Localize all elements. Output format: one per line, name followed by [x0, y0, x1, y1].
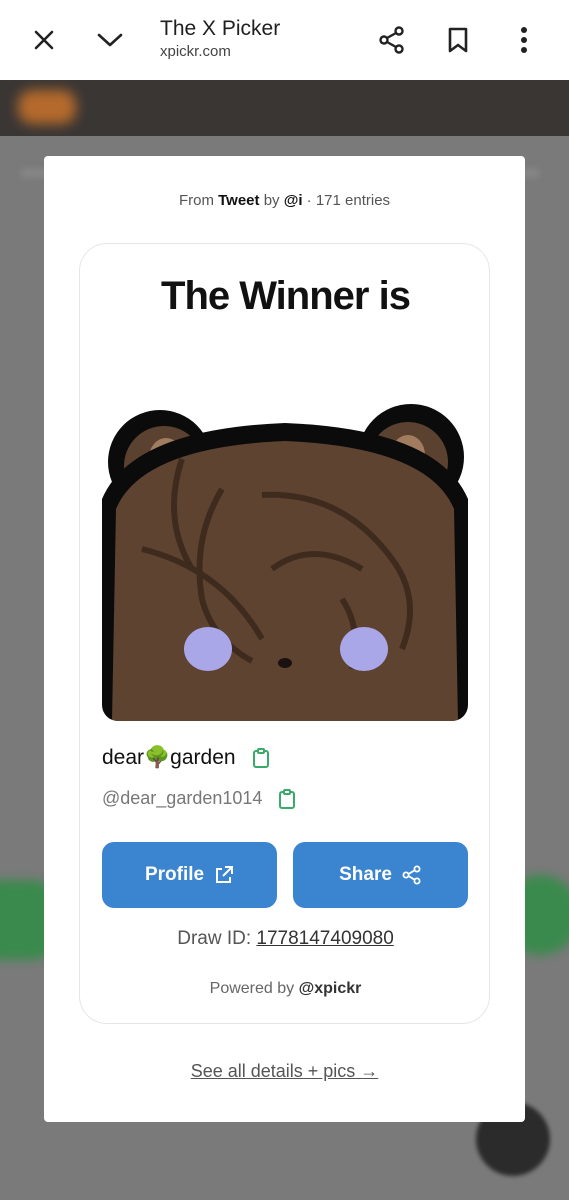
share-icon[interactable] — [372, 20, 412, 60]
powered-prefix: Powered by — [209, 980, 295, 997]
from-prefix: From — [178, 192, 214, 209]
source-type: Tweet — [218, 192, 260, 209]
source-info: From Tweet by @i · 171 entries — [44, 192, 525, 209]
background-header — [0, 80, 569, 136]
more-vert-icon[interactable] — [504, 20, 544, 60]
share-button[interactable]: Share — [293, 842, 468, 908]
share-button-label: Share — [339, 864, 392, 885]
winner-avatar — [102, 399, 468, 721]
winner-heading: The Winner is — [161, 274, 411, 318]
browser-toolbar: The X Picker xpickr.com — [0, 0, 569, 80]
winner-handle-row: @dear_garden1014 — [102, 788, 296, 809]
close-icon[interactable] — [24, 20, 64, 60]
source-user: @i — [283, 192, 303, 209]
winner-name-row: dear🌳garden — [102, 746, 270, 770]
from-by: by — [263, 192, 280, 209]
external-link-icon — [216, 866, 234, 883]
share-icon — [402, 865, 421, 885]
profile-button-label: Profile — [144, 864, 205, 885]
winner-card: The Winner is dear🌳garden @dear_garden10… — [79, 243, 490, 1024]
powered-by-handle[interactable]: @xpickr — [299, 980, 362, 997]
winner-handle: @dear_garden1014 — [102, 788, 263, 808]
page-url: xpickr.com — [160, 43, 231, 60]
winner-display-name: dear🌳garden — [102, 746, 236, 769]
chevron-down-icon[interactable] — [90, 20, 130, 60]
draw-id: Draw ID: 1778147409080 — [80, 928, 491, 950]
profile-button[interactable]: Profile — [102, 842, 277, 908]
copy-name-icon[interactable] — [252, 748, 270, 768]
bookmark-icon[interactable] — [438, 20, 478, 60]
draw-id-label: Draw ID: — [177, 928, 252, 949]
see-details-link[interactable]: See all details + pics → — [44, 1061, 525, 1082]
entries-count: · 171 entries — [306, 192, 391, 209]
browser-title-block: The X Picker xpickr.com — [160, 16, 280, 62]
copy-handle-icon[interactable] — [278, 788, 296, 809]
powered-by: Powered by @xpickr — [80, 980, 491, 998]
background-logo — [18, 90, 76, 124]
page-title: The X Picker — [160, 17, 281, 40]
winner-modal: From Tweet by @i · 171 entries The Winne… — [44, 156, 525, 1122]
draw-id-value[interactable]: 1778147409080 — [256, 928, 393, 949]
